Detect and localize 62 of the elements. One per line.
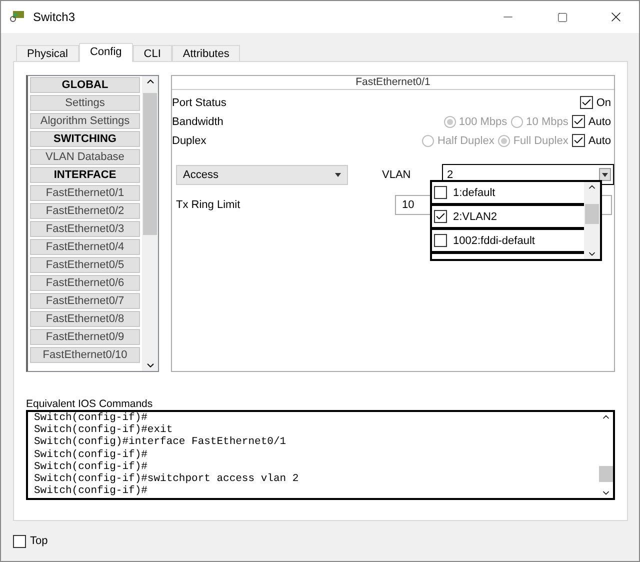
sidebar-item[interactable]: FastEthernet0/6 bbox=[30, 275, 140, 291]
scroll-thumb[interactable] bbox=[585, 204, 599, 224]
sidebar-item[interactable]: FastEthernet0/9 bbox=[30, 329, 140, 345]
field-label: Port Status bbox=[172, 96, 226, 108]
radio-label: Half Duplex bbox=[437, 134, 494, 146]
console-label: Equivalent IOS Commands bbox=[26, 398, 154, 410]
list-item[interactable]: 1:default bbox=[453, 186, 496, 198]
console-line: Switch(config-if)# bbox=[34, 412, 148, 424]
sidebar-item[interactable]: FastEthernet0/3 bbox=[30, 221, 140, 237]
radio-label: Full Duplex bbox=[513, 134, 568, 146]
checkbox[interactable] bbox=[580, 96, 594, 109]
checkbox-label: On bbox=[596, 96, 611, 108]
sidebar-item[interactable]: FastEthernet0/1 bbox=[30, 185, 140, 201]
radio-label: 10 Mbps bbox=[526, 116, 568, 128]
section-header: SWITCHING bbox=[30, 131, 140, 147]
scroll-thumb[interactable] bbox=[598, 466, 612, 482]
radio-label: 100 Mbps bbox=[458, 116, 508, 128]
console-line: Switch(config)#interface FastEthernet0/1 bbox=[34, 436, 288, 449]
section-header: GLOBAL bbox=[30, 77, 140, 93]
checkbox-label: Auto bbox=[588, 116, 611, 128]
tx-ring-label: Tx Ring Limit bbox=[176, 199, 242, 211]
checkbox-label: Auto bbox=[588, 134, 611, 146]
console-line: Switch(config-if)#exit bbox=[34, 424, 173, 436]
section-header: INTERFACE bbox=[30, 167, 140, 183]
checkbox[interactable] bbox=[572, 115, 586, 128]
checkbox[interactable] bbox=[572, 134, 586, 147]
maximize-icon[interactable] bbox=[556, 12, 568, 22]
tab[interactable]: Attributes bbox=[172, 45, 240, 61]
scrollbar[interactable] bbox=[142, 76, 158, 371]
console-line: Switch(config-if)#switchport access vlan 2 bbox=[34, 473, 300, 486]
console-line: Switch(config-if)# bbox=[34, 448, 148, 461]
window-title: Switch3 bbox=[33, 10, 76, 24]
field-label: Bandwidth bbox=[172, 116, 224, 128]
sidebar-item[interactable]: FastEthernet0/4 bbox=[30, 239, 140, 255]
sidebar-item[interactable]: FastEthernet0/8 bbox=[30, 311, 140, 327]
mode-dropdown[interactable]: Access bbox=[176, 164, 348, 184]
checkbox[interactable] bbox=[434, 210, 447, 223]
tab[interactable]: Physical bbox=[16, 45, 79, 61]
scroll-thumb[interactable] bbox=[143, 93, 157, 235]
sidebar-item[interactable]: FastEthernet0/10 bbox=[30, 347, 140, 363]
tab[interactable]: Config bbox=[78, 43, 133, 62]
checkbox[interactable] bbox=[434, 186, 447, 199]
field-label: Duplex bbox=[172, 134, 206, 146]
panel-title: FastEthernet0/1 bbox=[172, 76, 614, 90]
sidebar-item[interactable]: FastEthernet0/2 bbox=[30, 203, 140, 219]
list-item[interactable]: 2:VLAN2 bbox=[453, 210, 498, 222]
vlan-label: VLAN bbox=[382, 168, 412, 180]
sidebar-item[interactable]: FastEthernet0/5 bbox=[30, 257, 140, 273]
sidebar-item[interactable]: VLAN Database bbox=[30, 149, 140, 165]
sidebar-item[interactable]: FastEthernet0/7 bbox=[30, 293, 140, 309]
console-line: Switch(config-if)# bbox=[34, 460, 148, 473]
sidebar-item[interactable]: Algorithm Settings bbox=[30, 113, 140, 129]
scrollbar[interactable] bbox=[584, 182, 600, 259]
sidebar-item[interactable]: Settings bbox=[30, 95, 140, 111]
checkbox-label: Top bbox=[30, 535, 48, 547]
checkbox[interactable] bbox=[434, 234, 447, 247]
console-line: Switch(config-if)# bbox=[34, 485, 148, 498]
tab[interactable]: CLI bbox=[132, 45, 172, 61]
checkbox[interactable] bbox=[13, 534, 26, 548]
caret-icon bbox=[335, 172, 341, 176]
switch-icon bbox=[9, 10, 25, 24]
list-item[interactable]: 1002:fddi-default bbox=[453, 234, 535, 246]
